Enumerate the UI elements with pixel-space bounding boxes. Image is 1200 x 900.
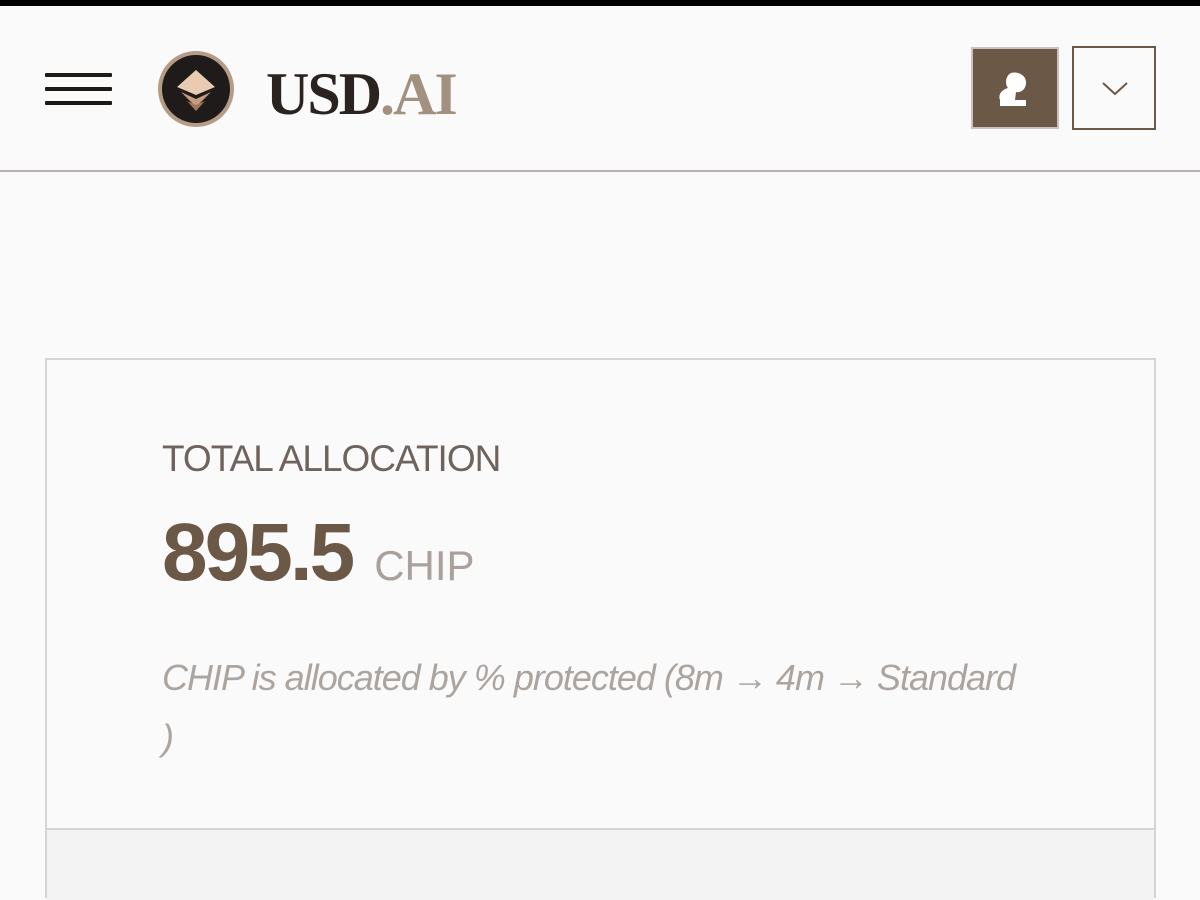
- allocation-label: TOTAL ALLOCATION: [162, 438, 501, 479]
- profile-button[interactable]: [971, 47, 1059, 129]
- top-header: USD.AI: [0, 6, 1200, 172]
- brand-primary-text: USD: [266, 61, 382, 127]
- pyramid-logo-icon[interactable]: [157, 50, 235, 128]
- allocation-unit: CHIP: [374, 542, 475, 589]
- allocation-amount: 895.5 CHIP: [162, 506, 475, 600]
- brand-wordmark[interactable]: USD.AI: [266, 56, 458, 132]
- hamburger-menu-icon[interactable]: [42, 68, 114, 110]
- profile-avatar-icon: [999, 72, 1027, 106]
- account-dropdown-button[interactable]: [1072, 46, 1156, 130]
- allocation-note: CHIP is allocated by % protected (8m → 4…: [162, 657, 1016, 758]
- brand-accent-text: .AI: [380, 61, 458, 127]
- card-footer: [47, 828, 1154, 900]
- chevron-down-icon: [1102, 82, 1128, 96]
- allocation-value: 895.5: [162, 507, 355, 598]
- allocation-card: TOTAL ALLOCATION 895.5 CHIP CHIP is alloc…: [45, 358, 1156, 900]
